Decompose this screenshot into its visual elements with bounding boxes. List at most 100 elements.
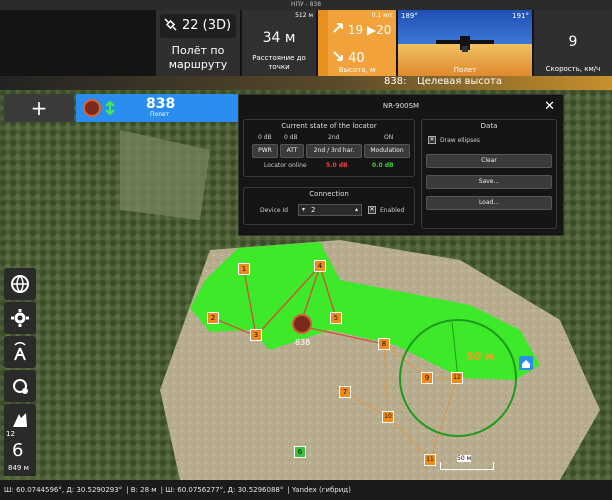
waypoint-2[interactable]: 2 <box>207 312 219 324</box>
locator-red-value: 5.0 dB <box>326 162 348 169</box>
enabled-checkbox[interactable]: ✕ <box>368 206 376 214</box>
uav-marker[interactable] <box>292 314 312 334</box>
status-bar: Ш: 60.0744596°, Д: 30.5290293° | В: 28 м |… <box>0 480 612 500</box>
gps-status: 22 (3D) <box>160 14 236 38</box>
satellite-icon <box>164 18 178 36</box>
altitude-value: 40 <box>332 50 365 66</box>
connection-title: Connection <box>309 190 349 198</box>
uav-card[interactable]: 838 Полет <box>76 94 240 122</box>
route-button[interactable] <box>4 370 36 402</box>
gps-value: 22 (3D) <box>182 18 232 33</box>
waypoint-counter: 12 6 849 м <box>4 430 36 476</box>
altitude-tile[interactable]: 0.1 м/с 19 ▶20 40 Высота, м <box>318 10 396 76</box>
waypoint-route-icon <box>13 379 28 394</box>
distance-total: 512 м <box>295 12 313 19</box>
uav-marker-label: 838 <box>295 338 311 347</box>
antenna-icon <box>14 342 26 361</box>
chevron-down-icon: ▾ <box>302 206 306 213</box>
gps-tile[interactable]: 22 (3D) Полёт по маршруту <box>156 10 240 76</box>
harmonic-button[interactable]: 2nd / 3rd har. <box>306 144 362 158</box>
data-title: Data <box>480 122 498 130</box>
antenna-button[interactable] <box>4 336 36 368</box>
waypoint-12[interactable]: 12 <box>451 372 463 384</box>
pitch-left: 189° <box>401 12 418 20</box>
load-button[interactable]: Load... <box>426 196 552 210</box>
att-button[interactable]: ATT <box>280 144 304 158</box>
flight-mode: Полёт по маршруту <box>168 44 228 71</box>
cursor-altitude: В: 28 м <box>130 486 157 494</box>
altitude-current-target: 19 ▶20 <box>332 22 391 37</box>
status-message: Целевая высота <box>416 76 502 87</box>
speed-label: Скорость, км/ч <box>545 65 601 73</box>
locator-green-value: 0.0 dB <box>372 162 394 169</box>
waypoint-6[interactable]: 6 <box>294 446 306 458</box>
device-id-input[interactable]: ▾ 2 ▴ <box>298 204 362 216</box>
waypoint-9[interactable]: 9 <box>421 372 433 384</box>
state-title: Current state of the locator <box>281 122 377 130</box>
window-title: НПУ - 838 <box>0 0 612 10</box>
clear-button[interactable]: Clear <box>426 154 552 168</box>
counter-top: 12 <box>6 430 15 438</box>
status-strip: 838: Целевая высота <box>0 76 612 90</box>
add-uav-button[interactable]: + <box>4 94 74 122</box>
globe-icon <box>11 275 29 294</box>
save-button[interactable]: Save... <box>426 175 552 189</box>
harmonic-value: 2nd <box>328 134 340 141</box>
uav-status: Полет <box>150 111 170 118</box>
waypoint-5[interactable]: 5 <box>330 312 342 324</box>
cursor-coordinates: Ш: 60.0744596°, Д: 30.5290293° <box>4 486 123 494</box>
panel-title: NR-900SM <box>382 102 420 110</box>
gear-icon <box>11 309 29 327</box>
speed-value: 9 <box>568 34 578 50</box>
enabled-label: Enabled <box>380 207 405 214</box>
tools-icon <box>13 413 27 427</box>
map-source[interactable]: Yandex (гибрид) <box>292 486 351 494</box>
map-scale: 50 м <box>440 455 494 470</box>
waypoint-10[interactable]: 10 <box>382 411 394 423</box>
radius-label: 50 м <box>466 350 495 363</box>
globe-button[interactable] <box>4 268 36 300</box>
connection-group: Connection Device Id ▾ 2 ▴ ✕ Enabled <box>243 187 415 225</box>
waypoint-11[interactable]: 11 <box>424 454 436 466</box>
locator-panel: NR-900SM ✕ Current state of the locator … <box>238 94 564 236</box>
modulation-value: ON <box>384 134 394 141</box>
att-value: 0 dB <box>284 134 298 141</box>
locator-state-group: Current state of the locator 0 dB 0 dB 2… <box>243 119 415 177</box>
telemetry-bar: 22 (3D) Полёт по маршруту 512 м 34 м Рас… <box>0 10 612 76</box>
speed-tile[interactable]: 9 Скорость, км/ч <box>534 10 612 76</box>
uav-coordinates: Ш: 60.0756277°, Д: 30.5296088° <box>165 486 284 494</box>
close-icon[interactable]: ✕ <box>544 99 555 114</box>
draw-ellipses-checkbox[interactable]: ✕ <box>428 136 436 144</box>
data-group: Data ✕ Draw ellipses Clear Save... Load.… <box>421 119 557 229</box>
modulation-button[interactable]: Modulation <box>364 144 410 158</box>
locator-online-label: Locator online <box>264 162 307 169</box>
waypoint-4[interactable]: 4 <box>314 260 326 272</box>
device-id-label: Device Id <box>260 207 289 214</box>
altitude-label: Высота, м <box>338 66 376 74</box>
status-uav-number: 838: <box>384 76 407 87</box>
distance-value: 34 м <box>262 30 296 46</box>
home-icon[interactable] <box>519 356 533 370</box>
uav-icon <box>82 98 132 122</box>
draw-ellipses-label: Draw ellipses <box>440 137 481 144</box>
pitch-right: 191° <box>512 12 529 20</box>
vertical-speed: 0.1 м/с <box>371 12 393 19</box>
waypoint-1[interactable]: 1 <box>238 263 250 275</box>
arrow-up-icon <box>332 23 348 37</box>
counter-distance: 849 м <box>8 464 29 472</box>
pwr-value: 0 dB <box>258 134 272 141</box>
arrow-down-icon <box>332 51 348 66</box>
counter-main: 6 <box>12 440 24 461</box>
distance-tile[interactable]: 512 м 34 м Расстояние до точки <box>242 10 316 76</box>
pwr-button[interactable]: PWR <box>252 144 278 158</box>
waypoint-8[interactable]: 8 <box>378 338 390 350</box>
settings-button[interactable] <box>4 302 36 334</box>
horizon-label: Полет <box>453 66 477 74</box>
waypoint-3[interactable]: 3 <box>250 329 262 341</box>
aircraft-icon <box>436 32 494 56</box>
spin-arrow-icon: ▴ <box>354 206 358 213</box>
distance-label: Расстояние до точки <box>252 54 306 71</box>
waypoint-7[interactable]: 7 <box>339 386 351 398</box>
uav-number: 838 <box>146 96 176 112</box>
attitude-indicator: 189° 191° Полет <box>398 10 532 76</box>
